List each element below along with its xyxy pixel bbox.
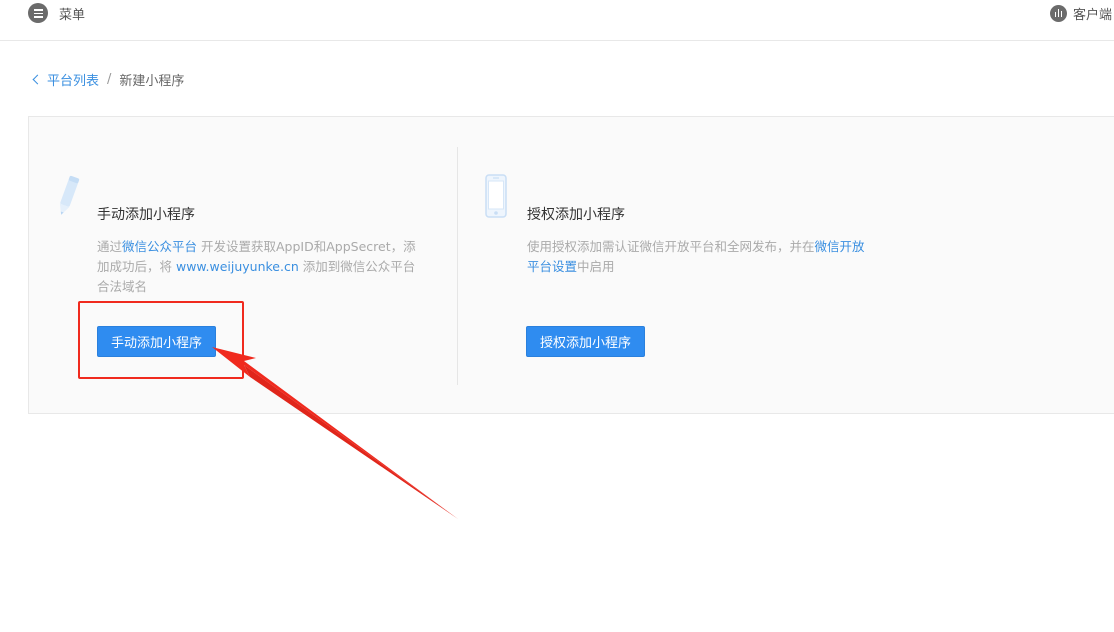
breadcrumb: 平台列表 / 新建小程序 (32, 70, 185, 89)
authorize-card-title: 授权添加小程序 (527, 207, 625, 223)
breadcrumb-separator: / (107, 71, 112, 87)
authorize-card-description: 使用授权添加需认证微信开放平台和全网发布，并在微信开放平台设置中启用 (527, 239, 865, 274)
breadcrumb-parent: 平台列表 (47, 73, 100, 89)
menu-button[interactable]: 菜单 (28, 2, 85, 24)
add-miniprogram-panel: 手动添加小程序 通过微信公众平台 开发设置获取AppID和AppSecret，添… (28, 116, 1114, 414)
breadcrumb-current: 新建小程序 (119, 73, 185, 89)
client-label: 客户端 (1073, 7, 1113, 23)
phone-icon (485, 174, 507, 218)
panel-divider (457, 147, 458, 385)
client-button[interactable]: 客户端 (1050, 2, 1112, 24)
authorize-add-button[interactable]: 授权添加小程序 (526, 326, 645, 357)
menu-label: 菜单 (59, 7, 86, 23)
chevron-left-icon (32, 74, 43, 84)
domain-link[interactable]: www.weijuyunke.cn (176, 259, 299, 274)
manual-card-title: 手动添加小程序 (97, 207, 195, 223)
client-icon (1050, 4, 1067, 22)
wechat-mp-link[interactable]: 微信公众平台 (122, 239, 197, 254)
menu-list-icon (28, 3, 48, 23)
manual-add-button[interactable]: 手动添加小程序 (97, 326, 216, 357)
breadcrumb-back-link[interactable]: 平台列表 (32, 70, 99, 89)
pencil-icon (59, 175, 80, 215)
top-bar: 菜单 客户端 (0, 0, 1114, 41)
manual-card-description: 通过微信公众平台 开发设置获取AppID和AppSecret，添加成功后，将 w… (97, 239, 416, 294)
